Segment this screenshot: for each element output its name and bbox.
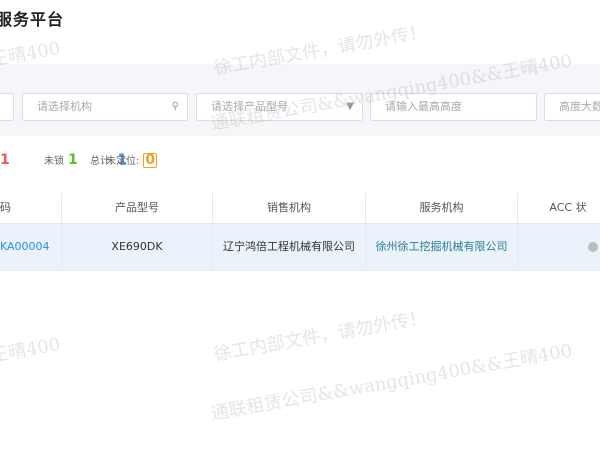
col-sales-org[interactable]: 销售机构 xyxy=(213,193,366,223)
org-select-placeholder: 请选择机构 xyxy=(37,100,92,113)
acc-status-icon xyxy=(588,242,598,252)
table-row[interactable]: KA00004 XE690DK 辽宁鸿倍工程机械有限公司 徐州徐工挖掘机械有限公… xyxy=(0,224,600,271)
cell-model: XE690DK xyxy=(62,224,213,270)
stat-unlocated-label: 未定位: xyxy=(106,156,140,167)
high-input[interactable]: 高度大数 xyxy=(544,93,600,121)
model-select-placeholder: 请选择产品型号 xyxy=(211,100,288,113)
cell-service-org: 徐州徐工挖掘机械有限公司 xyxy=(366,224,518,270)
chevron-down-icon: ▼ xyxy=(346,101,354,112)
max-height-input[interactable]: 请输入最高高度 xyxy=(370,93,537,121)
org-select[interactable]: 请选择机构 ⚲ xyxy=(22,93,188,121)
max-height-placeholder: 请输入最高高度 xyxy=(385,100,462,113)
stat-unlocked-label: 未锁 xyxy=(44,156,64,167)
page-title: 服务平台 xyxy=(0,10,65,29)
col-acc[interactable]: ACC 状 xyxy=(518,193,600,223)
stat-partial: 1 xyxy=(0,152,10,168)
watermark-short-lower: 王晴400 xyxy=(0,334,62,367)
cell-code[interactable]: KA00004 xyxy=(0,224,62,270)
filter-field-left-partial[interactable] xyxy=(0,93,14,121)
table-header: 码 产品型号 销售机构 服务机构 ACC 状 xyxy=(0,193,600,224)
stat-unlocked-value: 1 xyxy=(68,152,78,168)
cell-sales-org: 辽宁鸿倍工程机械有限公司 xyxy=(213,224,366,270)
col-service-org[interactable]: 服务机构 xyxy=(366,193,518,223)
stat-unlocated: 未定位: 0 xyxy=(106,152,158,168)
watermark-line2-lower: 通联租赁公司&&wangqing400&&王晴400 xyxy=(209,340,574,425)
high-input-placeholder: 高度大数 xyxy=(559,100,600,113)
watermark-line1-lower: 徐工内部文件，请勿外传！ xyxy=(212,307,429,366)
search-icon: ⚲ xyxy=(171,101,179,112)
col-code[interactable]: 码 xyxy=(0,193,62,223)
cell-acc xyxy=(518,224,600,270)
stat-unlocked: 未锁 1 xyxy=(44,152,78,168)
model-select[interactable]: 请选择产品型号 ▼ xyxy=(196,93,363,121)
col-model[interactable]: 产品型号 xyxy=(62,193,213,223)
stat-unlocated-value: 0 xyxy=(143,152,158,168)
